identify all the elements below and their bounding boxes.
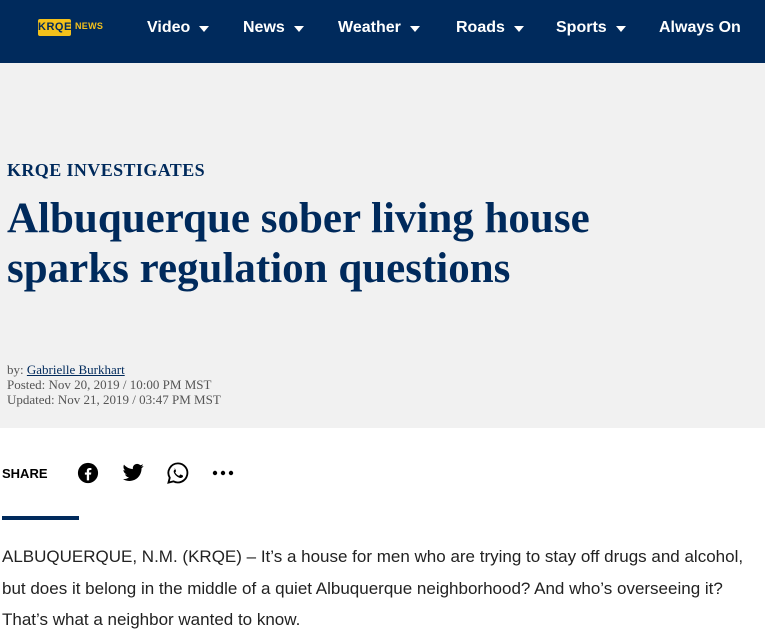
- posted-value: Nov 20, 2019 / 10:00 PM MST: [48, 377, 212, 392]
- posted-label: Posted:: [7, 377, 46, 392]
- nav-item-weather[interactable]: Weather: [338, 0, 420, 56]
- article-meta: by: Gabrielle Burkhart Posted: Nov 20, 2…: [7, 362, 221, 407]
- nav-item-news[interactable]: News: [243, 0, 304, 56]
- nav-item-sports[interactable]: Sports: [556, 0, 626, 56]
- nav-item-roads[interactable]: Roads: [456, 0, 524, 56]
- more-share-button[interactable]: [201, 458, 246, 488]
- section-label[interactable]: KRQE INVESTIGATES: [7, 160, 205, 181]
- more-icon: [212, 470, 234, 476]
- article-headline: Albuquerque sober living house sparks re…: [7, 195, 590, 292]
- share-bar: SHARE: [2, 458, 246, 488]
- caret-down-icon: [199, 26, 210, 32]
- updated-label: Updated:: [7, 392, 55, 407]
- author-link[interactable]: Gabrielle Burkhart: [27, 362, 125, 377]
- logo-text: KRQE: [38, 21, 72, 33]
- logo-badge: KRQE: [38, 19, 71, 36]
- nav-label: Roads: [456, 19, 505, 36]
- logo-sub: NEWS: [75, 21, 104, 31]
- nav-label: News: [243, 19, 285, 36]
- caret-down-icon: [513, 26, 524, 32]
- nav-item-video[interactable]: Video: [147, 0, 210, 56]
- facebook-icon: [77, 462, 99, 484]
- share-label: SHARE: [2, 465, 48, 481]
- whatsapp-icon: [167, 462, 189, 484]
- divider-rule: [2, 516, 79, 520]
- whatsapp-share-button[interactable]: [156, 458, 201, 488]
- article-body: ALBUQUERQUE, N.M. (KRQE) – It’s a house …: [2, 547, 744, 629]
- krqe-logo[interactable]: KRQE NEWS: [38, 19, 104, 36]
- posted-date: Posted: Nov 20, 2019 / 10:00 PM MST: [7, 377, 221, 392]
- caret-down-icon: [293, 26, 304, 32]
- facebook-share-button[interactable]: [66, 458, 111, 488]
- twitter-share-button[interactable]: [111, 458, 156, 488]
- caret-down-icon: [615, 26, 626, 32]
- top-navigation: KRQE NEWS Video News Weather Roads Sport…: [0, 0, 765, 63]
- nav-label: Video: [147, 19, 191, 36]
- byline: by: Gabrielle Burkhart: [7, 362, 221, 377]
- nav-label: Sports: [556, 19, 607, 36]
- nav-item-always-on[interactable]: Always On: [659, 0, 741, 56]
- updated-value: Nov 21, 2019 / 03:47 PM MST: [57, 392, 221, 407]
- caret-down-icon: [409, 26, 420, 32]
- nav-label: Always On: [659, 19, 741, 36]
- updated-date: Updated: Nov 21, 2019 / 03:47 PM MST: [7, 392, 221, 407]
- twitter-icon: [122, 463, 144, 481]
- byline-prefix: by:: [7, 362, 24, 377]
- nav-label: Weather: [338, 19, 401, 36]
